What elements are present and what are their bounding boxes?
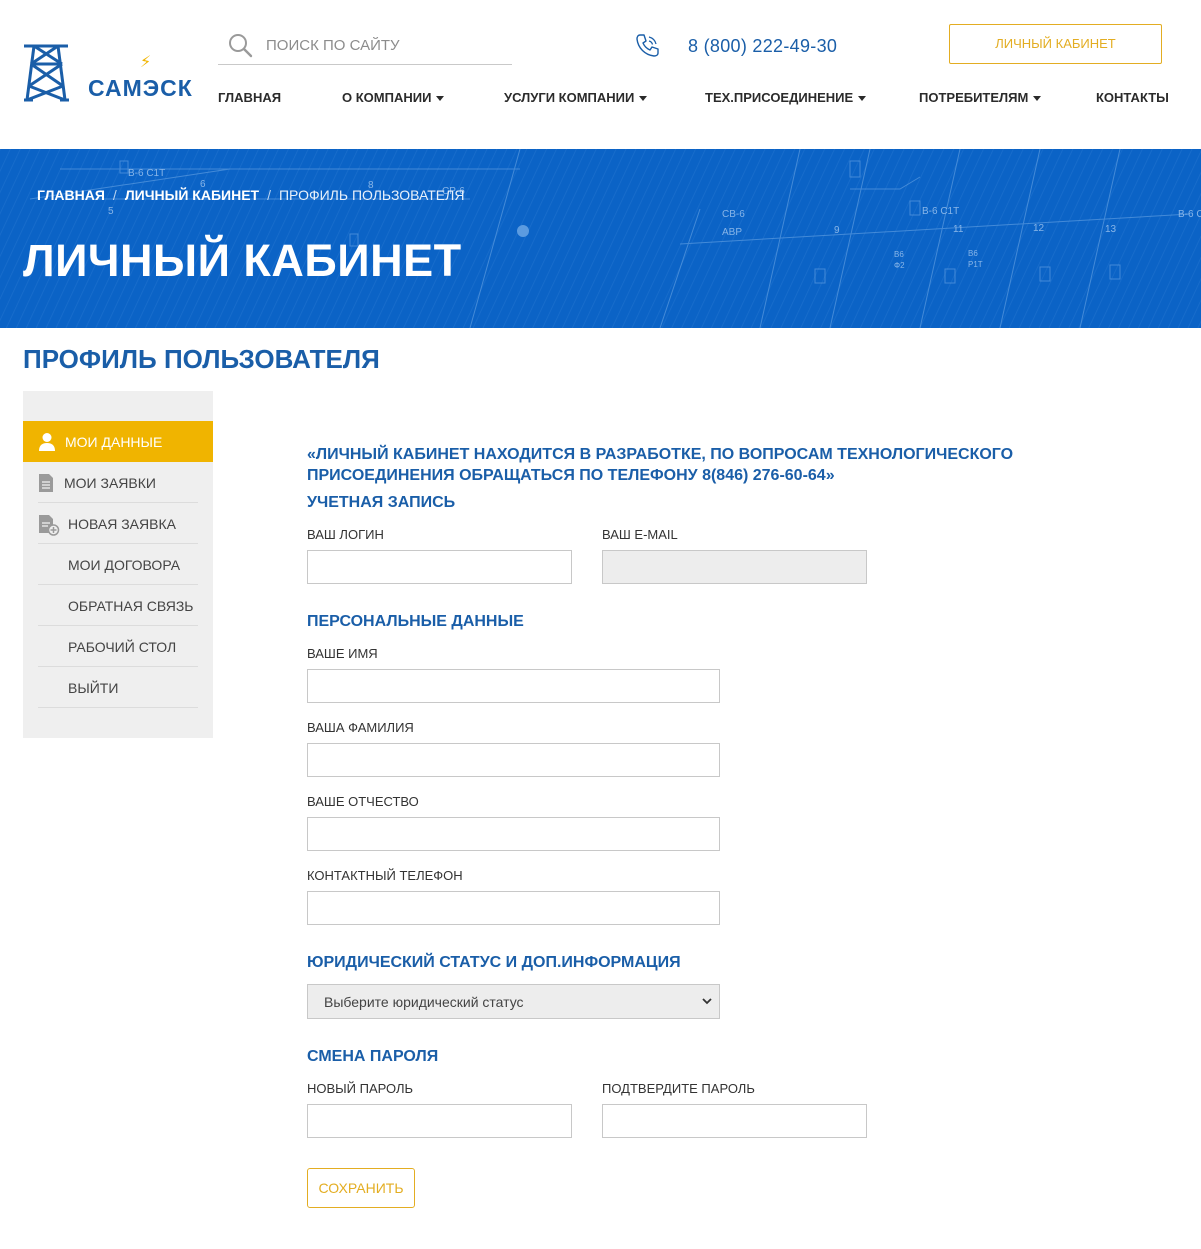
patronymic-label: ВАШЕ ОТЧЕСТВО [307, 794, 419, 809]
last-name-label: ВАША ФАМИЛИЯ [307, 720, 414, 735]
phone-icon [636, 34, 659, 57]
site-header: ⚡ САМЭСК 8 (800) 222-49-30 ЛИЧНЫЙ КАБИНЕ… [0, 0, 1201, 149]
page-banner: В-6 С1Т 6 8 СР-6 5 СВ-6 АВР В-6 С1Т 9 11… [0, 149, 1201, 328]
svg-text:В-6 С1Т: В-6 С1Т [128, 168, 165, 179]
development-notice: «ЛИЧНЫЙ КАБИНЕТ НАХОДИТСЯ В РАЗРАБОТКЕ, … [307, 446, 1014, 484]
sidebar-item-label: ОБРАТНАЯ СВЯЗЬ [68, 598, 194, 614]
nav-item-consumers[interactable]: ПОТРЕБИТЕЛЯМ [919, 90, 1042, 105]
sidebar-item-label: НОВАЯ ЗАЯВКА [68, 516, 176, 532]
svg-text:12: 12 [1033, 223, 1045, 234]
new-password-label: НОВЫЙ ПАРОЛЬ [307, 1081, 414, 1096]
nav-label: ПОТРЕБИТЕЛЯМ [919, 90, 1029, 105]
sidebar-item-label: МОИ ЗАЯВКИ [64, 475, 156, 491]
legal-status-select[interactable]: Выберите юридический статус [307, 984, 720, 1019]
breadcrumb-cabinet[interactable]: ЛИЧНЫЙ КАБИНЕТ [125, 187, 259, 203]
phone-number-link[interactable]: 8 (800) 222-49-30 [688, 36, 837, 57]
nav-item-services[interactable]: УСЛУГИ КОМПАНИИ [504, 90, 648, 105]
nav-item-home[interactable]: ГЛАВНАЯ [218, 90, 281, 105]
nav-item-contacts[interactable]: КОНТАКТЫ [1096, 90, 1169, 105]
breadcrumb-separator: / [267, 187, 271, 203]
breadcrumb-current: ПРОФИЛЬ ПОЛЬЗОВАТЕЛЯ [278, 187, 465, 203]
sidebar-item-my-data[interactable]: МОИ ДАННЫЕ [23, 421, 213, 462]
svg-text:11: 11 [953, 224, 964, 235]
nav-item-connection[interactable]: ТЕХ.ПРИСОЕДИНЕНИЕ [705, 90, 867, 105]
legal-status-heading: ЮРИДИЧЕСКИЙ СТАТУС И ДОП.ИНФОРМАЦИЯ [307, 954, 681, 971]
caret-down-icon [639, 96, 648, 102]
svg-text:13: 13 [1105, 224, 1117, 235]
sidebar-item-label: МОИ ДОГОВОРА [68, 557, 181, 573]
contact-phone-label: КОНТАКТНЫЙ ТЕЛЕФОН [307, 868, 463, 883]
breadcrumb-separator: / [112, 187, 117, 203]
confirm-password-field[interactable] [602, 1104, 867, 1138]
breadcrumb-home[interactable]: ГЛАВНАЯ [37, 187, 105, 203]
nav-item-about[interactable]: О КОМПАНИИ [342, 90, 445, 105]
nav-label: ГЛАВНАЯ [218, 90, 282, 105]
svg-text:В6: В6 [894, 250, 904, 259]
logo-text: САМЭСК [88, 75, 193, 101]
profile-sidebar: МОИ ДАННЫЕ МОИ ЗАЯВКИ НОВАЯ ЗАЯВКА МОИ Д… [23, 391, 213, 738]
caret-down-icon [436, 96, 445, 102]
legal-status-value: Выберите юридический статус [324, 994, 524, 1010]
sidebar-item-label: РАБОЧИЙ СТОЛ [68, 639, 177, 655]
svg-text:В-6 С: В-6 С [1178, 209, 1201, 220]
svg-text:СВ-6: СВ-6 [722, 209, 745, 220]
sidebar-item-label: ВЫЙТИ [68, 680, 119, 696]
search-icon[interactable] [228, 33, 254, 59]
sidebar-item-desktop[interactable]: РАБОЧИЙ СТОЛ [38, 626, 198, 667]
samesk-logo[interactable]: ⚡ САМЭСК [22, 42, 192, 104]
contact-phone-field[interactable] [307, 891, 720, 925]
search-input[interactable] [266, 32, 506, 58]
svg-text:АВР: АВР [722, 227, 742, 238]
sidebar-item-label: МОИ ДАННЫЕ [65, 434, 163, 450]
email-label: ВАШ E-MAIL [602, 527, 678, 542]
new-document-icon [39, 515, 60, 536]
sidebar-item-my-contracts[interactable]: МОИ ДОГОВОРА [38, 544, 198, 585]
caret-down-icon [858, 96, 867, 102]
svg-text:Ф2: Ф2 [894, 261, 905, 270]
nav-label: УСЛУГИ КОМПАНИИ [504, 90, 635, 105]
login-field[interactable] [307, 550, 572, 584]
caret-down-icon [1033, 96, 1042, 102]
breadcrumb: ГЛАВНАЯ / ЛИЧНЫЙ КАБИНЕТ / ПРОФИЛЬ ПОЛЬЗОВАТ… [37, 187, 464, 203]
svg-text:9: 9 [834, 225, 840, 236]
save-button[interactable]: СОХРАНИТЬ [307, 1168, 415, 1208]
nav-label: О КОМПАНИИ [342, 90, 432, 105]
main-nav: ГЛАВНАЯ О КОМПАНИИ УСЛУГИ КОМПАНИИ ТЕХ.П… [218, 90, 1169, 110]
personal-cabinet-button[interactable]: ЛИЧНЫЙ КАБИНЕТ [949, 24, 1162, 64]
svg-text:В6: В6 [968, 249, 978, 258]
document-icon [39, 474, 53, 492]
banner-title: ЛИЧНЫЙ КАБИНЕТ [23, 235, 462, 286]
power-tower-icon [24, 44, 69, 102]
confirm-password-label: ПОДТВЕРДИТЕ ПАРОЛЬ [602, 1081, 755, 1096]
lightning-icon: ⚡ [140, 54, 152, 71]
page-title: ПРОФИЛЬ ПОЛЬЗОВАТЕЛЯ [23, 344, 380, 374]
nav-label: КОНТАКТЫ [1096, 90, 1169, 105]
search-box[interactable] [218, 28, 512, 65]
sidebar-item-logout[interactable]: ВЫЙТИ [38, 667, 198, 708]
user-icon [39, 433, 55, 451]
login-label: ВАШ ЛОГИН [307, 527, 384, 542]
personal-data-heading: ПЕРСОНАЛЬНЫЕ ДАННЫЕ [307, 613, 524, 630]
chevron-down-icon [702, 998, 712, 1005]
password-change-heading: СМЕНА ПАРОЛЯ [307, 1048, 439, 1065]
nav-label: ТЕХ.ПРИСОЕДИНЕНИЕ [705, 90, 854, 105]
svg-text:Р1Т: Р1Т [968, 260, 983, 269]
sidebar-item-my-requests[interactable]: МОИ ЗАЯВКИ [38, 462, 198, 503]
patronymic-field[interactable] [307, 817, 720, 851]
new-password-field[interactable] [307, 1104, 572, 1138]
sidebar-item-new-request[interactable]: НОВАЯ ЗАЯВКА [38, 503, 198, 544]
email-field [602, 550, 867, 584]
svg-text:В-6 С1Т: В-6 С1Т [922, 206, 959, 217]
first-name-label: ВАШЕ ИМЯ [307, 646, 378, 661]
first-name-field[interactable] [307, 669, 720, 703]
account-heading: УЧЕТНАЯ ЗАПИСЬ [307, 494, 456, 511]
last-name-field[interactable] [307, 743, 720, 777]
sidebar-item-feedback[interactable]: ОБРАТНАЯ СВЯЗЬ [38, 585, 198, 626]
svg-text:5: 5 [108, 206, 114, 217]
